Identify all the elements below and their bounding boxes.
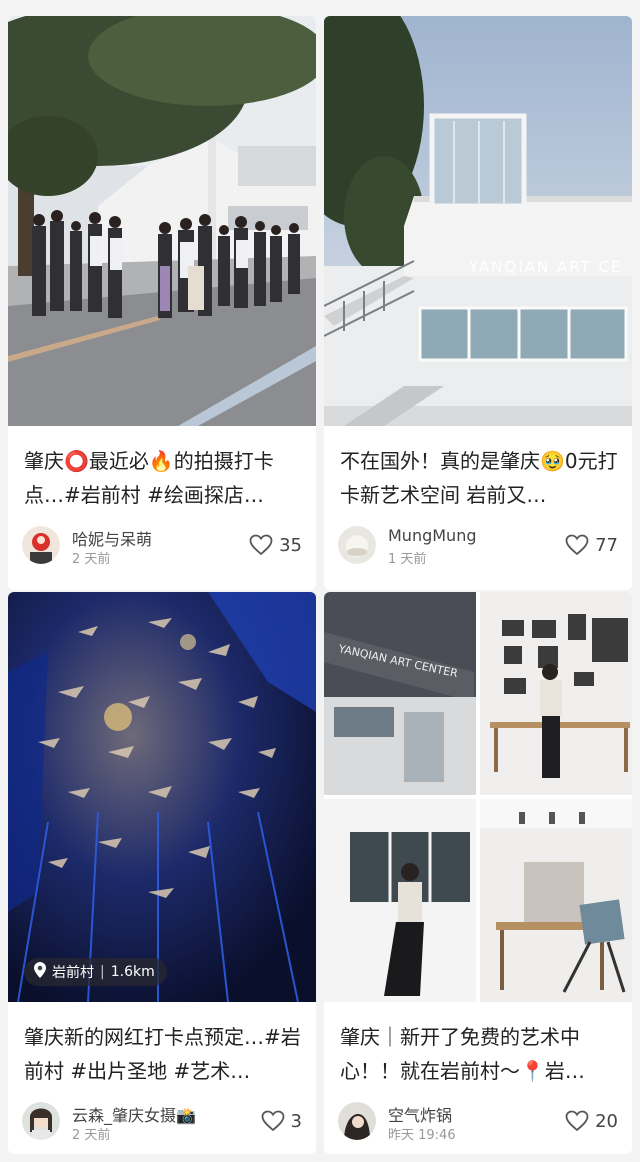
card-cover-image[interactable]: YANQIAN ART CENTER <box>324 592 632 1002</box>
avatar[interactable] <box>338 1102 376 1140</box>
card-title[interactable]: 肇庆新的网红打卡点预定…#岩前村 #出片圣地 #艺术… <box>24 1020 302 1088</box>
location-tag[interactable]: 岩前村 | 1.6km <box>24 958 167 986</box>
location-distance: 1.6km <box>110 964 155 980</box>
heart-icon <box>565 534 589 556</box>
feed-card[interactable]: YANQIAN ART CENTER 肇庆｜新开了免费的艺术中心！！就在岩前村～… <box>324 592 632 1154</box>
feed-card[interactable]: 肇庆⭕最近必🔥的拍摄打卡点…#岩前村 #绘画探店… 哈妮与呆萌 2 天前 35 <box>8 16 316 590</box>
post-time: 2 天前 <box>72 552 111 567</box>
author-name[interactable]: 哈妮与呆萌 <box>72 526 152 550</box>
post-time: 昨天 19:46 <box>388 1128 456 1143</box>
card-meta: 空气炸锅 昨天 19:46 20 <box>338 1102 618 1146</box>
author-name[interactable]: MungMung <box>388 526 476 545</box>
like-button[interactable]: 20 <box>565 1108 618 1134</box>
like-button[interactable]: 77 <box>565 532 618 558</box>
card-cover-image[interactable] <box>8 16 316 426</box>
card-meta: 云森_肇庆女摄📸 2 天前 3 <box>22 1102 302 1146</box>
author-name[interactable]: 云森_肇庆女摄📸 <box>72 1102 196 1126</box>
like-count: 77 <box>595 534 618 556</box>
card-cover-image[interactable] <box>8 592 316 1002</box>
post-time: 2 天前 <box>72 1128 111 1143</box>
card-title[interactable]: 肇庆｜新开了免费的艺术中心！！就在岩前村～📍岩… <box>340 1020 618 1088</box>
building-sign-text: YANQIAN ART CE <box>468 258 622 276</box>
avatar[interactable] <box>22 526 60 564</box>
avatar[interactable] <box>22 1102 60 1140</box>
card-meta: MungMung 1 天前 77 <box>338 526 618 570</box>
like-count: 35 <box>279 534 302 556</box>
heart-icon <box>261 1110 285 1132</box>
location-pin-icon <box>34 962 46 982</box>
post-time: 1 天前 <box>388 552 427 567</box>
heart-icon <box>249 534 273 556</box>
author-name[interactable]: 空气炸锅 <box>388 1102 452 1126</box>
card-title[interactable]: 不在国外！真的是肇庆🥹0元打卡新艺术空间 岩前又… <box>340 444 618 512</box>
heart-icon <box>565 1110 589 1132</box>
location-separator: | <box>100 964 105 980</box>
card-title[interactable]: 肇庆⭕最近必🔥的拍摄打卡点…#岩前村 #绘画探店… <box>24 444 302 512</box>
location-name: 岩前村 <box>52 965 94 981</box>
like-count: 20 <box>595 1110 618 1132</box>
card-meta: 哈妮与呆萌 2 天前 35 <box>22 526 302 570</box>
like-count: 3 <box>290 1110 302 1132</box>
card-cover-image[interactable]: YANQIAN ART CE <box>324 16 632 426</box>
like-button[interactable]: 35 <box>249 532 302 558</box>
feed-card[interactable]: 岩前村 | 1.6km 肇庆新的网红打卡点预定…#岩前村 #出片圣地 #艺术… … <box>8 592 316 1154</box>
like-button[interactable]: 3 <box>261 1108 302 1134</box>
avatar[interactable] <box>338 526 376 564</box>
feed-card[interactable]: YANQIAN ART CE 不在国外！真的是肇庆🥹0元打卡新艺术空间 岩前又…… <box>324 16 632 590</box>
